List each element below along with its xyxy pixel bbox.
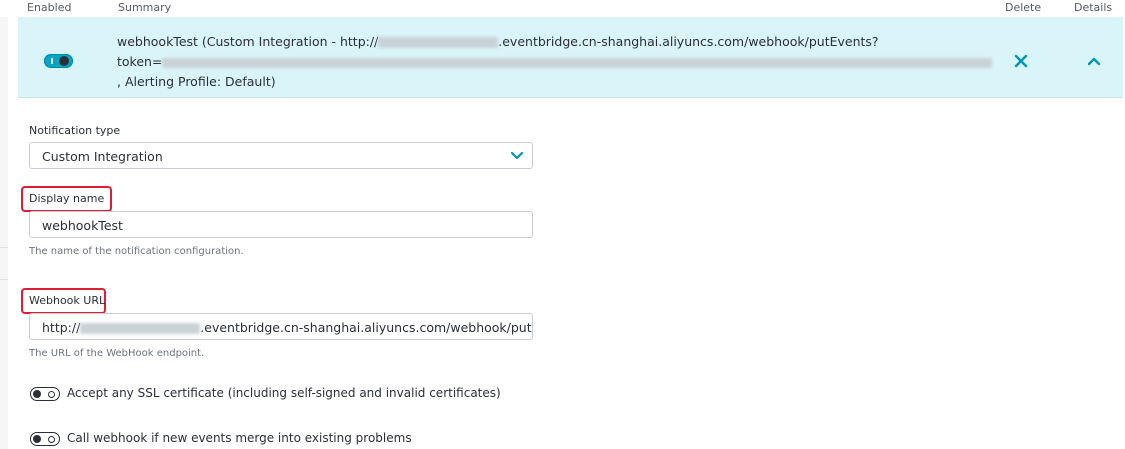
close-icon	[1014, 54, 1028, 68]
accept-ssl-toggle[interactable]	[30, 387, 60, 401]
delete-button[interactable]	[1011, 51, 1031, 71]
display-name-label: Display name	[29, 192, 105, 205]
notification-type-value: Custom Integration	[42, 149, 163, 164]
redacted-token	[162, 57, 993, 68]
display-name-value: webhookTest	[42, 218, 123, 233]
summary-line1-suffix: .eventbridge.cn-shanghai.aliyuncs.com/we…	[498, 34, 879, 49]
summary-line3: , Alerting Profile: Default)	[117, 74, 276, 89]
header-enabled: Enabled	[27, 1, 72, 14]
call-webhook-label: Call webhook if new events merge into ex…	[67, 431, 412, 445]
accept-ssl-label: Accept any SSL certificate (including se…	[67, 386, 501, 400]
table-header: Enabled Summary Delete Details	[0, 0, 1125, 17]
webhook-url-label: Webhook URL	[29, 294, 106, 307]
header-summary: Summary	[118, 1, 172, 14]
webhook-url-prefix: http://	[42, 320, 81, 335]
summary-line1-prefix: webhookTest (Custom Integration - http:/…	[117, 34, 379, 49]
display-name-hint: The name of the notification configurati…	[29, 246, 244, 257]
header-delete: Delete	[1005, 1, 1042, 14]
chevron-down-icon	[510, 143, 524, 168]
left-panel-edge	[0, 17, 8, 449]
webhook-url-input[interactable]: http:// .eventbridge.cn-shanghai.aliyuncs…	[29, 313, 533, 340]
summary-token-label: token=	[117, 54, 163, 69]
collapse-details-button[interactable]	[1084, 51, 1104, 71]
redacted-host	[378, 37, 499, 48]
webhook-url-hint: The URL of the WebHook endpoint.	[29, 348, 205, 359]
notification-type-label: Notification type	[29, 124, 121, 137]
display-name-input[interactable]: webhookTest	[29, 211, 533, 238]
chevron-up-icon	[1087, 57, 1101, 66]
enabled-toggle[interactable]	[44, 54, 73, 68]
notification-row[interactable]: webhookTest (Custom Integration - http:/…	[18, 17, 1123, 98]
redacted-url-host	[80, 323, 201, 334]
header-details: Details	[1074, 1, 1113, 14]
call-webhook-toggle[interactable]	[30, 432, 60, 446]
row-summary: webhookTest (Custom Integration - http:/…	[117, 32, 997, 92]
notification-type-select[interactable]: Custom Integration	[29, 142, 533, 169]
webhook-url-suffix: .eventbridge.cn-shanghai.aliyuncs.com/we…	[200, 320, 532, 335]
